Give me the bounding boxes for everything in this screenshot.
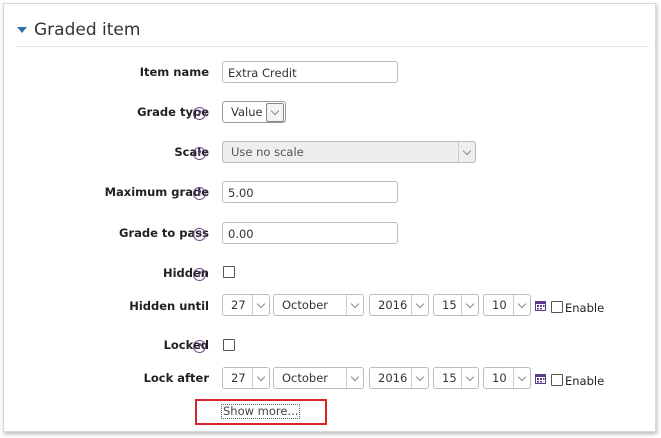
chevron-down-icon bbox=[346, 368, 363, 388]
question-circle-icon[interactable]: ? bbox=[193, 107, 206, 120]
item-name-input[interactable]: Extra Credit bbox=[222, 61, 398, 83]
hidden-until-minute-select[interactable]: 10 bbox=[483, 294, 531, 316]
chevron-down-icon bbox=[346, 295, 363, 315]
grade-to-pass-input[interactable]: 0.00 bbox=[222, 222, 398, 244]
hidden-until-hour: 15 bbox=[442, 298, 457, 312]
section-title: Graded item bbox=[34, 20, 141, 40]
hidden-checkbox[interactable] bbox=[223, 266, 235, 278]
locked-checkbox[interactable] bbox=[223, 339, 235, 351]
question-circle-icon[interactable]: ? bbox=[193, 147, 206, 160]
chevron-down-icon bbox=[252, 368, 269, 388]
item-name-label: Item name bbox=[139, 65, 209, 79]
grade-type-select[interactable]: Value bbox=[222, 101, 286, 123]
chevron-down-icon bbox=[513, 295, 530, 315]
chevron-down-icon bbox=[458, 142, 475, 162]
lock-after-hour-select[interactable]: 15 bbox=[433, 367, 479, 389]
chevron-down-icon bbox=[252, 295, 269, 315]
hidden-until-enable-label: Enable bbox=[565, 301, 605, 315]
hidden-until-year-select[interactable]: 2016 bbox=[369, 294, 429, 316]
show-more-link[interactable]: Show more... bbox=[220, 404, 301, 419]
chevron-down-icon bbox=[461, 368, 478, 388]
scale-value: Use no scale bbox=[231, 145, 304, 159]
lock-after-enable-checkbox[interactable] bbox=[551, 374, 563, 386]
chevron-down-icon bbox=[411, 295, 428, 315]
question-circle-icon[interactable]: ? bbox=[193, 228, 206, 241]
section-legend[interactable]: Graded item bbox=[17, 20, 140, 40]
chevron-down-icon bbox=[411, 368, 428, 388]
chevron-down-icon bbox=[461, 295, 478, 315]
hidden-until-minute: 10 bbox=[492, 298, 507, 312]
lock-after-month: October bbox=[282, 371, 329, 385]
scale-select[interactable]: Use no scale bbox=[222, 141, 476, 163]
grade-type-value: Value bbox=[231, 105, 263, 119]
lock-after-month-select[interactable]: October bbox=[273, 367, 364, 389]
calendar-icon[interactable] bbox=[535, 300, 546, 311]
caret-down-icon[interactable] bbox=[17, 27, 27, 33]
lock-after-label: Lock after bbox=[143, 371, 209, 385]
maximum-grade-input[interactable]: 5.00 bbox=[222, 181, 398, 203]
hidden-until-year: 2016 bbox=[378, 298, 408, 312]
hidden-until-hour-select[interactable]: 15 bbox=[433, 294, 479, 316]
hidden-until-month: October bbox=[282, 298, 329, 312]
question-circle-icon[interactable]: ? bbox=[193, 187, 206, 200]
chevron-down-icon bbox=[266, 102, 284, 122]
lock-after-hour: 15 bbox=[442, 371, 457, 385]
hidden-until-label: Hidden until bbox=[129, 299, 209, 313]
chevron-down-icon bbox=[513, 368, 530, 388]
lock-after-day-select[interactable]: 27 bbox=[222, 367, 270, 389]
hidden-until-month-select[interactable]: October bbox=[273, 294, 364, 316]
calendar-icon[interactable] bbox=[535, 373, 546, 384]
question-circle-icon[interactable]: ? bbox=[193, 268, 206, 281]
lock-after-day: 27 bbox=[231, 371, 246, 385]
lock-after-enable-label: Enable bbox=[565, 374, 605, 388]
divider bbox=[16, 46, 649, 47]
lock-after-year: 2016 bbox=[378, 371, 408, 385]
lock-after-year-select[interactable]: 2016 bbox=[369, 367, 429, 389]
hidden-until-enable-checkbox[interactable] bbox=[551, 301, 563, 313]
hidden-until-day-select[interactable]: 27 bbox=[222, 294, 270, 316]
lock-after-minute: 10 bbox=[492, 371, 507, 385]
question-circle-icon[interactable]: ? bbox=[193, 340, 206, 353]
lock-after-minute-select[interactable]: 10 bbox=[483, 367, 531, 389]
hidden-until-day: 27 bbox=[231, 298, 246, 312]
